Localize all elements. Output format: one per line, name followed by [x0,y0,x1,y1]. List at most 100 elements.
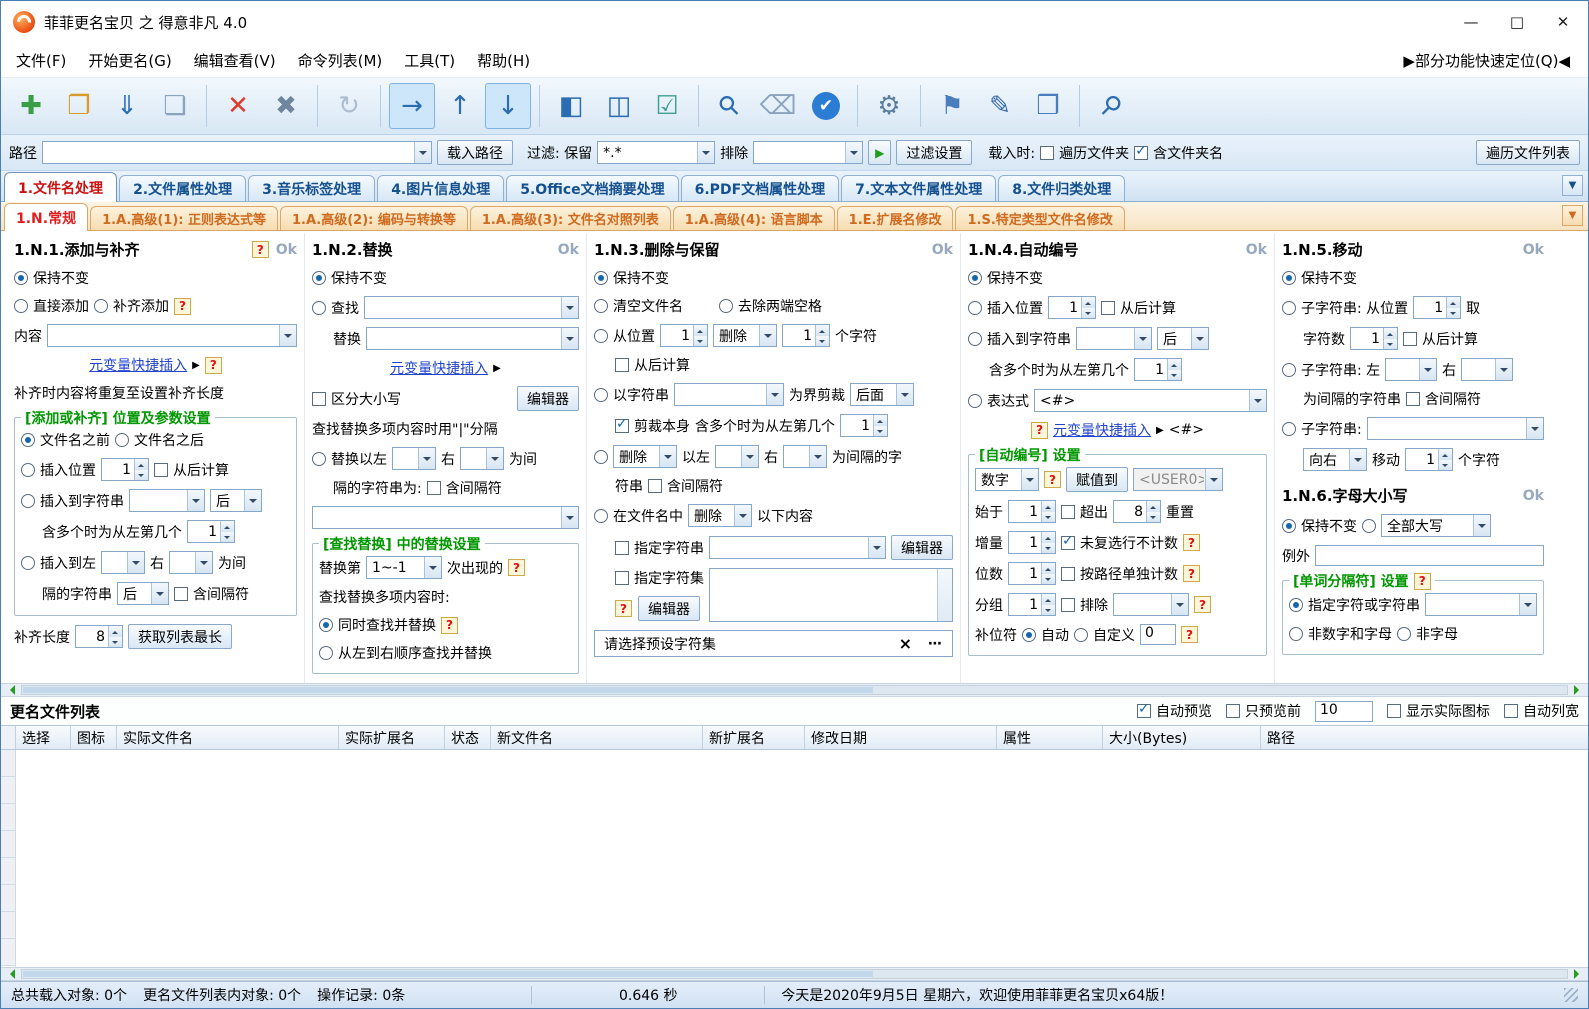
increment-spinner[interactable]: 1 [1008,531,1056,554]
sub-tab-4[interactable]: 1.A.高级(3): 文件名对照列表 [469,206,671,230]
per-path-checkbox[interactable]: 按路径单独计数 [1061,564,1178,584]
dropdown-arrow-icon[interactable] [759,325,776,346]
from-end-checkbox[interactable]: 从后计算 [1101,298,1176,318]
sub-tab-6[interactable]: 1.E.扩展名修改 [836,206,954,230]
dropdown-arrow-icon[interactable] [809,446,826,467]
column-header-4[interactable]: 实际扩展名 [339,726,445,749]
path-combo[interactable] [42,141,432,164]
dropdown-arrow-icon[interactable] [734,505,751,526]
spinner-buttons[interactable] [1438,449,1452,470]
multi-index-spinner[interactable]: 1 [1134,358,1182,381]
main-tabs-overflow-button[interactable]: ▼ [1562,175,1583,196]
number-type-combo[interactable]: 数字 [975,468,1039,491]
exceed-spinner[interactable]: 8 [1113,500,1161,523]
sub-tab-7[interactable]: 1.S.特定类型文件名修改 [955,206,1125,230]
dropdown-arrow-icon[interactable] [279,325,296,346]
flag-button[interactable]: ⚑ [929,83,975,129]
sub-tabs-overflow-button[interactable]: ▼ [1562,205,1583,226]
count-spinner[interactable]: 1 [782,324,830,347]
find-combo[interactable] [364,296,579,319]
dropdown-arrow-icon[interactable] [1519,594,1536,615]
content-combo[interactable] [47,324,297,347]
column-header-9[interactable]: 属性 [997,726,1103,749]
main-tab-2[interactable]: 2.文件属性处理 [119,175,247,201]
pad-length-spinner[interactable]: 8 [75,625,123,648]
substr-between-radio[interactable]: 子字符串: 左 [1282,360,1380,380]
substr-pos-radio[interactable]: 子字符串: 从位置 [1282,298,1408,318]
column-header-2[interactable]: 图标 [71,726,117,749]
menu-file[interactable]: 文件(F) [5,45,77,76]
delete-keep-combo3[interactable]: 删除 [688,504,752,527]
ok-button[interactable]: Ok [1523,242,1544,258]
help-icon[interactable]: ? [441,616,458,634]
spinner-buttons[interactable] [1041,563,1055,584]
scroll-left-icon[interactable] [1,968,19,980]
spinner-buttons[interactable] [108,626,122,647]
preview-count-input[interactable]: 10 [1315,700,1373,722]
split-view-button[interactable]: ◧ [548,83,594,129]
group-spinner[interactable]: 1 [1008,593,1056,616]
sub-tab-1[interactable]: 1.N.常规 [4,203,89,231]
editor-button[interactable]: 编辑器 [891,535,953,560]
exception-input[interactable] [1315,545,1544,566]
dropdown-arrow-icon[interactable] [766,384,783,405]
from-end-checkbox[interactable]: 从后计算 [1403,329,1478,349]
exclude-combo[interactable] [1113,593,1189,616]
spinner-buttons[interactable] [1081,297,1095,318]
var-insert-link[interactable]: 元变量快捷插入 [89,355,187,375]
auto-column-width-checkbox[interactable]: 自动列宽 [1504,701,1579,721]
spec-charset-checkbox[interactable]: 指定字符集 [615,568,704,588]
keep-unchanged-radio[interactable]: 保持不变 [1282,268,1357,288]
help-icon[interactable]: ? [174,297,191,315]
adjust-settings-button[interactable]: ⚙ [866,83,912,129]
spinner-buttons[interactable] [1446,297,1461,318]
left-string-combo[interactable] [715,445,759,468]
delete-keep-combo2[interactable]: 删除 [613,445,677,468]
help-icon[interactable]: ? [1194,596,1211,613]
insert-between-radio[interactable]: 插入到左 [21,553,96,573]
exclude-combo[interactable] [753,141,864,164]
main-tab-8[interactable]: 8.文件归类处理 [998,175,1126,201]
clear-name-radio[interactable]: 清空文件名 [594,296,683,316]
case-mode-combo[interactable]: 全部大写 [1381,514,1491,537]
edit-list-button[interactable]: ✎ [977,83,1023,129]
count-spinner[interactable]: 1 [1350,327,1398,350]
delete-between-radio[interactable] [594,449,608,464]
preview-first-checkbox[interactable]: 只预览前 [1226,701,1301,721]
open-folder-button[interactable]: ❐ [56,83,102,129]
spinner-buttons[interactable] [1146,501,1160,522]
multi-index-spinner[interactable]: 1 [840,414,888,437]
right-string-combo[interactable] [783,445,827,468]
help-icon[interactable]: ? [508,559,525,576]
help-icon[interactable]: ? [1183,565,1200,582]
charset-editor-button[interactable]: 编辑器 [638,596,700,621]
dropdown-arrow-icon[interactable] [1473,515,1490,536]
sub-tab-5[interactable]: 1.A.高级(4): 语言脚本 [672,206,835,230]
insert-to-string-radio[interactable]: 插入到字符串 [21,491,124,511]
dropdown-arrow-icon[interactable] [187,490,204,511]
load-path-button[interactable]: 载入路径 [437,140,513,165]
insert-string-combo[interactable] [129,489,205,512]
dropdown-arrow-icon[interactable] [896,384,913,405]
dropdown-arrow-icon[interactable] [486,448,503,469]
dropdown-arrow-icon[interactable] [195,552,212,573]
separator-replace-combo[interactable] [312,506,579,529]
dropdown-arrow-icon[interactable] [127,552,144,573]
spinner-buttons[interactable] [1041,594,1055,615]
pad-add-radio[interactable]: 补齐添加 [94,296,169,316]
dropdown-arrow-icon[interactable] [418,448,435,469]
menu-help[interactable]: 帮助(H) [466,45,541,76]
ok-button[interactable]: Ok [932,242,953,258]
dropdown-arrow-icon[interactable] [1205,469,1222,490]
column-view-button[interactable]: ◫ [596,83,642,129]
editor-button[interactable]: 编辑器 [517,386,579,411]
more-presets-button[interactable]: ⋯ [928,636,943,652]
help-icon[interactable]: ? [204,356,222,374]
left-string-combo[interactable] [392,447,436,470]
ok-button[interactable]: Ok [558,242,579,258]
filter-settings-button[interactable]: 过滤设置 [896,140,973,165]
dropdown-arrow-icon[interactable] [845,142,863,163]
column-header-8[interactable]: 修改日期 [805,726,997,749]
digits-spinner[interactable]: 1 [1008,562,1056,585]
pin-button[interactable]: ⚲ [1088,83,1134,129]
